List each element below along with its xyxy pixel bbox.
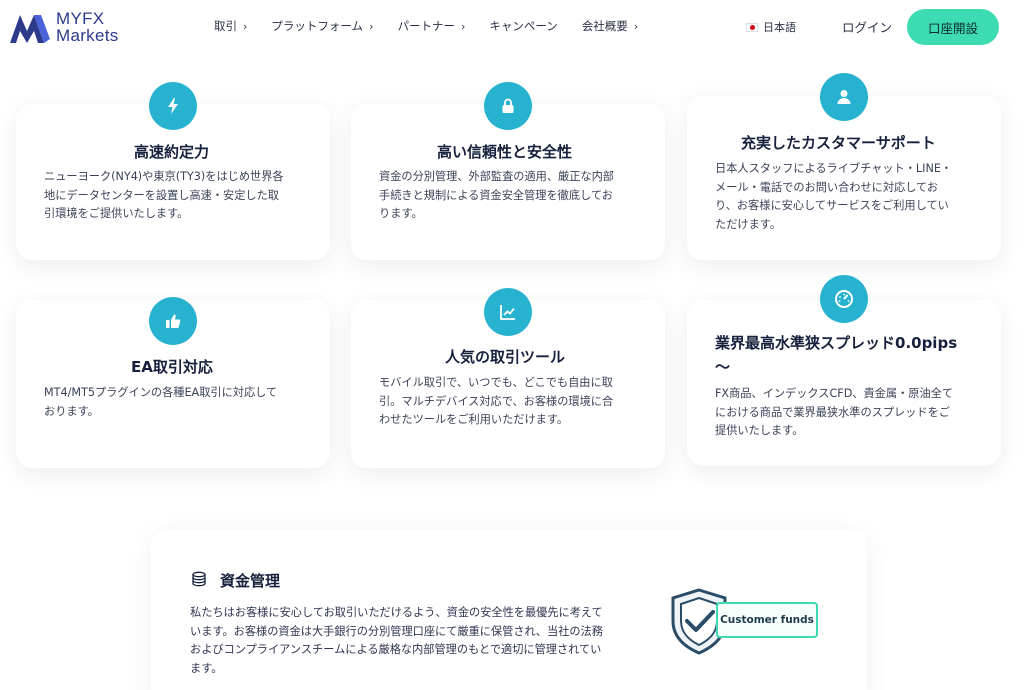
bolt-icon [149, 82, 197, 130]
fund-management-panel: 資金管理 私たちはお客様に安心してお取引いただけるよう、資金の安全性を最優先に考… [151, 530, 867, 690]
feature-description-line: 引環境をご提供いたします。 [44, 207, 189, 220]
feature-description-line: ニューヨーク(NY4)や東京(TY3)をはじめ世界各 [44, 170, 284, 183]
feature-description: モバイル取引で、いつでも、どこでも自由に取 引。マルチデバイス対応で、お客様の環… [379, 374, 649, 430]
feature-description-line: 引。マルチデバイス対応で、お客様の環境に合 [379, 394, 614, 408]
chart-line-icon [484, 288, 532, 336]
nav-item-platform[interactable]: プラットフォーム › [271, 18, 373, 34]
speedometer-icon [820, 275, 868, 323]
feature-description-line: MT4/MT5プラグインの各種EA取引に対応して [44, 386, 278, 399]
nav-label: 会社概要 [581, 19, 628, 33]
feature-description-line: り、お客様に安心してサービスをご利用してい [715, 199, 949, 212]
nav-item-trading[interactable]: 取引 › [214, 18, 247, 34]
feature-description-line: おります。 [44, 404, 99, 418]
feature-title: 業界最高水準狭スプレッド0.0pips 〜 [715, 331, 957, 379]
logo-line-1: MYFX [56, 9, 105, 28]
site-header: MYFX Markets 取引 › プラットフォーム › パートナー › キャンペーン… [0, 0, 1024, 56]
database-icon [192, 571, 206, 587]
feature-description-line: FX商品、インデックスCFD、貴金属・原油全て [715, 387, 954, 400]
logo-text: MYFX Markets [56, 10, 119, 44]
feature-description: 日本人スタッフによるライブチャット・LINE・ メール・電話でのお問い合わせに対… [715, 160, 985, 234]
feature-title-line: 業界最高水準狭スプレッド0.0pips [715, 334, 958, 352]
feature-description-line: ただけます。 [715, 217, 782, 231]
feature-description: 資金の分別管理、外部監査の適用、厳正な内部 手続きと規制による資金安全管理を徹底… [379, 168, 649, 224]
nav-label: キャンペーン [489, 19, 558, 33]
feature-title: 高速約定力 [134, 143, 210, 161]
feature-title-line: 〜 [715, 358, 731, 376]
feature-description-line: における商品で業界最狭水準のスプレッドをご [715, 405, 950, 419]
japan-flag-icon [746, 22, 758, 32]
feature-description-line: 日本人スタッフによるライブチャット・LINE・ [715, 162, 953, 175]
fund-description-line: 私たちはお客様に安心してお取引いただけるよう、資金の安全性を最優先に考えて [190, 606, 603, 619]
customer-funds-badge: Customer funds [716, 602, 818, 638]
feature-description-line: わせたツールをご利用いただけます。 [379, 413, 569, 426]
feature-card-spread: 業界最高水準狭スプレッド0.0pips 〜 FX商品、インデックスCFD、貴金属… [687, 300, 1001, 466]
fund-description-line: ます。 [190, 661, 223, 675]
open-account-button[interactable]: 口座開設 [907, 9, 999, 45]
chevron-right-icon: › [243, 19, 248, 33]
nav-item-campaign[interactable]: キャンペーン [489, 18, 557, 34]
feature-title: 高い信頼性と安全性 [437, 143, 573, 161]
language-label: 日本語 [763, 21, 796, 34]
language-selector[interactable]: 日本語 [746, 19, 796, 35]
fund-description-line: います。お客様の資金は大手銀行の分別管理口座にて厳重に保管され、当社の法務 [190, 624, 603, 638]
fund-management-description: 私たちはお客様に安心してお取引いただけるよう、資金の安全性を最優先に考えて いま… [190, 604, 638, 678]
chevron-right-icon: › [460, 19, 466, 33]
feature-description-line: 手続きと規制による資金安全管理を徹底してお [379, 188, 613, 202]
feature-description-line: ります。 [379, 207, 423, 220]
logo-mark-icon [10, 15, 50, 43]
logo[interactable]: MYFX Markets [8, 6, 138, 48]
nav-item-company[interactable]: 会社概要 › [582, 18, 638, 34]
feature-description: FX商品、インデックスCFD、貴金属・原油全て における商品で業界最狭水準のスプ… [715, 385, 985, 441]
nav-label: パートナー [397, 19, 455, 33]
feature-description-line: メール・電話でのお問い合わせに対応してお [715, 180, 939, 194]
feature-description-line: 資金の分別管理、外部監査の適用、厳正な内部 [379, 170, 614, 183]
feature-title: 充実したカスタマーサポート [741, 134, 936, 152]
feature-description: MT4/MT5プラグインの各種EA取引に対応して おります。 [44, 384, 314, 421]
thumbs-up-icon [149, 297, 197, 345]
lock-icon [484, 82, 532, 130]
feature-description-line: 提供いたします。 [715, 424, 804, 437]
nav-label: 取引 [214, 19, 237, 33]
feature-description: ニューヨーク(NY4)や東京(TY3)をはじめ世界各 地にデータセンターを設置し… [44, 168, 314, 224]
login-link[interactable]: ログイン [842, 17, 892, 36]
feature-title: EA取引対応 [131, 358, 213, 376]
user-icon [820, 73, 868, 121]
feature-description-line: モバイル取引で、いつでも、どこでも自由に取 [379, 376, 613, 389]
chevron-right-icon: › [369, 19, 374, 33]
nav-label: プラットフォーム [271, 19, 364, 33]
nav-item-partner[interactable]: パートナー › [397, 18, 465, 34]
main-nav: 取引 › プラットフォーム › パートナー › キャンペーン 会社概要 › [214, 18, 662, 34]
fund-description-line: およびコンプライアンスチームによる厳格な内部管理のもとで適切に管理されてい [190, 643, 602, 656]
feature-title: 人気の取引ツール [445, 348, 566, 366]
fund-management-title: 資金管理 [220, 572, 281, 590]
chevron-right-icon: › [633, 19, 639, 33]
logo-line-2: Markets [56, 26, 119, 45]
feature-description-line: 地にデータセンターを設置し高速・安定した取 [44, 188, 279, 202]
